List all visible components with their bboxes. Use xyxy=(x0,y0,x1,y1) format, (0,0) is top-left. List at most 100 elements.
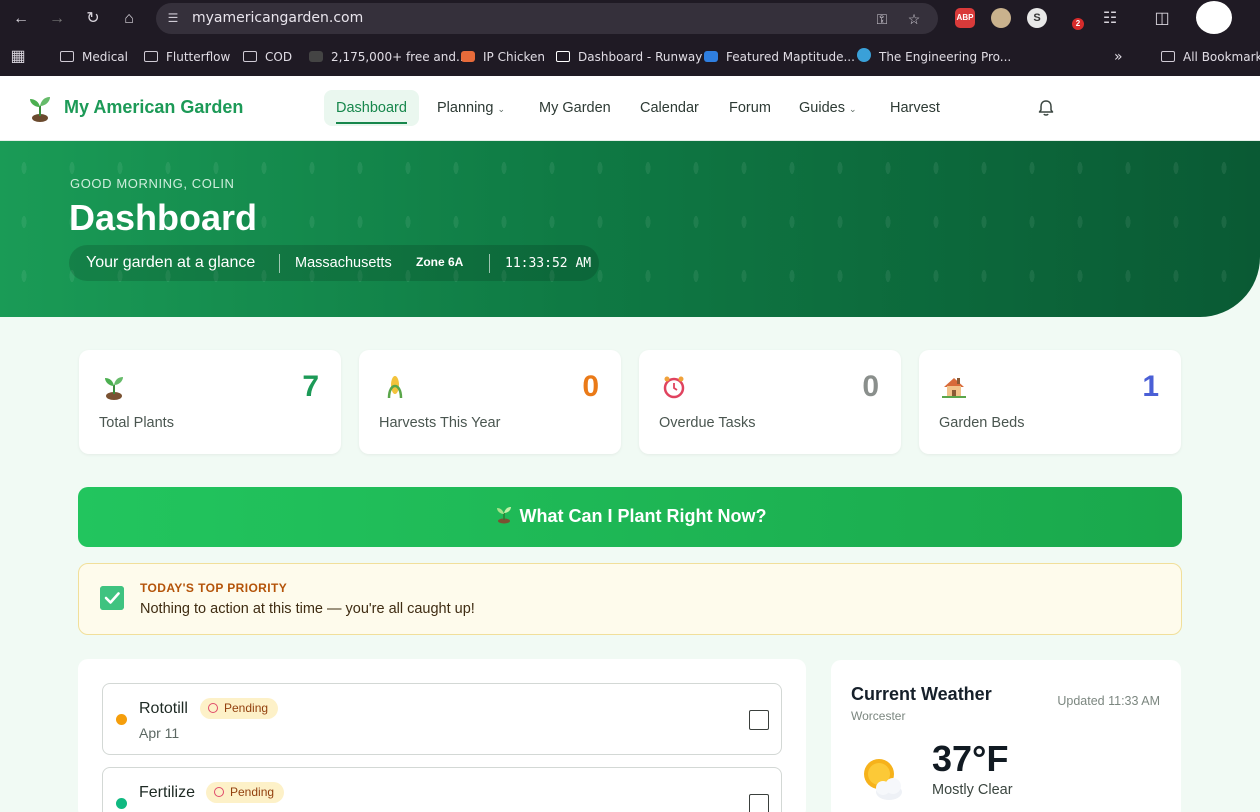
weather-location: Worcester xyxy=(851,709,906,723)
alarm-clock-icon xyxy=(208,703,218,713)
priority-label: TODAY'S TOP PRIORITY xyxy=(140,581,288,595)
stat-value: 1 xyxy=(1142,370,1159,403)
bookmark-cod[interactable]: COD xyxy=(243,47,292,67)
chicken-favicon-icon xyxy=(461,51,475,62)
status-dot xyxy=(116,714,127,725)
hero-banner: GOOD MORNING, COLIN Dashboard Your garde… xyxy=(0,141,1260,317)
adblock-extension-icon[interactable]: ABP xyxy=(955,8,975,28)
bell-icon[interactable] xyxy=(1036,98,1056,118)
puzzle-extensions-icon[interactable]: ☷ xyxy=(1098,7,1122,31)
top-priority-card: TODAY'S TOP PRIORITY Nothing to action a… xyxy=(78,563,1182,635)
clock-time: 11:33:52 AM xyxy=(505,256,592,271)
folder-icon xyxy=(144,51,158,62)
tab-search-icon[interactable]: ◫ xyxy=(1150,7,1174,31)
runway-favicon-icon xyxy=(556,51,570,62)
bookmark-medical[interactable]: Medical xyxy=(60,47,128,67)
checkmark-icon xyxy=(100,586,124,610)
priority-text: Nothing to action at this time — you're … xyxy=(140,601,475,617)
chevron-down-icon: ⌄ xyxy=(497,104,505,114)
bookmarks-bar: ▦ Medical Flutterflow COD 2,175,000+ fre… xyxy=(0,38,1260,76)
all-bookmarks[interactable]: All Bookmarks xyxy=(1161,47,1260,67)
hero-info-pill: Your garden at a glance Massachusetts Zo… xyxy=(69,245,599,281)
stat-value: 0 xyxy=(582,370,599,403)
more-bookmarks-icon[interactable]: » xyxy=(1114,47,1123,67)
profile-avatar[interactable] xyxy=(1196,1,1232,34)
apps-grid-icon[interactable]: ▦ xyxy=(6,45,30,69)
nav-dashboard[interactable]: Dashboard xyxy=(324,90,419,126)
house-icon xyxy=(942,378,966,398)
stat-card-total-plants[interactable]: 7 Total Plants xyxy=(79,350,341,454)
key-icon[interactable]: ⚿ xyxy=(872,9,892,29)
stat-card-harvests[interactable]: 0 Harvests This Year xyxy=(359,350,621,454)
bookmark-maptitude[interactable]: Featured Maptitude... xyxy=(704,47,855,67)
stat-label: Garden Beds xyxy=(939,415,1025,431)
weather-card: Current Weather Worcester Updated 11:33 … xyxy=(831,660,1181,812)
browser-toolbar: ← → ↻ ⌂ ☰ myamericangarden.com ⚿ ☆ ABP S… xyxy=(0,0,1260,38)
bookmark-flutterflow[interactable]: Flutterflow xyxy=(144,47,230,67)
divider xyxy=(489,254,490,273)
bookmark-ip-chicken[interactable]: IP Chicken xyxy=(461,47,545,67)
status-badge: Pending xyxy=(200,698,279,719)
task-name: Rototill xyxy=(139,700,188,717)
greeting: GOOD MORNING, COLIN xyxy=(70,176,235,191)
folder-icon xyxy=(243,51,257,62)
status-badge: Pending xyxy=(206,782,285,803)
s-extension-icon[interactable]: S xyxy=(1027,8,1047,28)
stat-value: 0 xyxy=(862,370,879,403)
hero-state: Massachusetts xyxy=(295,255,392,271)
alarm-clock-icon xyxy=(214,787,224,797)
chevron-down-icon: ⌄ xyxy=(848,104,857,114)
page-title: Dashboard xyxy=(69,197,258,238)
weather-updated: Updated 11:33 AM xyxy=(1057,694,1160,708)
corn-icon xyxy=(387,376,403,399)
site-favicon-icon xyxy=(309,51,323,62)
app-header: My American Garden Dashboard Planning ⌄ M… xyxy=(0,76,1260,141)
sprout-icon xyxy=(105,377,123,400)
sun-behind-cloud-icon xyxy=(864,759,902,800)
what-can-i-plant-button[interactable]: What Can I Plant Right Now? xyxy=(78,487,1182,547)
stat-card-overdue-tasks[interactable]: 0 Overdue Tasks xyxy=(639,350,901,454)
home-icon[interactable]: ⌂ xyxy=(117,7,141,31)
bookmark-runway[interactable]: Dashboard - Runway xyxy=(556,47,702,67)
bookmark-free[interactable]: 2,175,000+ free and... xyxy=(309,47,467,67)
task-name: Fertilize xyxy=(139,784,196,801)
task-item[interactable]: Fertilize Pending xyxy=(102,767,782,812)
plant-now-label: What Can I Plant Right Now? xyxy=(519,506,767,526)
weather-temperature: 37°F xyxy=(932,738,1009,779)
address-bar[interactable]: ☰ myamericangarden.com ⚿ ☆ xyxy=(156,3,938,34)
reload-icon[interactable]: ↻ xyxy=(81,7,105,31)
task-item[interactable]: Rototill Pending Apr 11 xyxy=(102,683,782,755)
stat-card-garden-beds[interactable]: 1 Garden Beds xyxy=(919,350,1181,454)
bookmark-star-icon[interactable]: ☆ xyxy=(904,9,924,29)
back-arrow-icon[interactable]: ← xyxy=(9,7,33,31)
nav-planning[interactable]: Planning ⌄ xyxy=(425,90,517,126)
site-settings-icon[interactable]: ☰ xyxy=(164,9,182,27)
nav-guides[interactable]: Guides ⌄ xyxy=(787,90,869,126)
sprout-logo-icon[interactable] xyxy=(26,94,54,122)
stat-label: Overdue Tasks xyxy=(659,415,756,431)
brand-name[interactable]: My American Garden xyxy=(64,97,243,118)
glasses-extension-icon[interactable] xyxy=(991,8,1011,28)
url-text[interactable]: myamericangarden.com xyxy=(192,10,363,26)
hook-extension-icon[interactable]: 2 xyxy=(1063,8,1084,30)
task-complete-checkbox[interactable] xyxy=(749,710,769,730)
stat-value: 7 xyxy=(302,370,319,403)
tasks-panel: Rototill Pending Apr 11 Fertilize Pendin… xyxy=(78,659,806,812)
nav-forum[interactable]: Forum xyxy=(717,90,783,126)
maptitude-favicon-icon xyxy=(704,51,718,62)
extension-badge: 2 xyxy=(1072,18,1084,30)
nav-harvest[interactable]: Harvest xyxy=(878,90,952,126)
hero-subtitle: Your garden at a glance xyxy=(86,254,256,271)
nav-my-garden[interactable]: My Garden xyxy=(527,90,623,126)
bookmark-engineering[interactable]: The Engineering Pro... xyxy=(857,47,1011,67)
folder-icon xyxy=(60,51,74,62)
alarm-clock-icon xyxy=(663,376,685,399)
stat-label: Total Plants xyxy=(99,415,174,431)
divider xyxy=(279,254,280,273)
zone-badge: Zone 6A xyxy=(416,255,464,269)
forward-arrow-icon[interactable]: → xyxy=(45,7,69,31)
task-complete-checkbox[interactable] xyxy=(749,794,769,812)
nav-calendar[interactable]: Calendar xyxy=(628,90,711,126)
sprout-icon xyxy=(496,507,511,524)
task-date: Apr 11 xyxy=(139,725,180,741)
